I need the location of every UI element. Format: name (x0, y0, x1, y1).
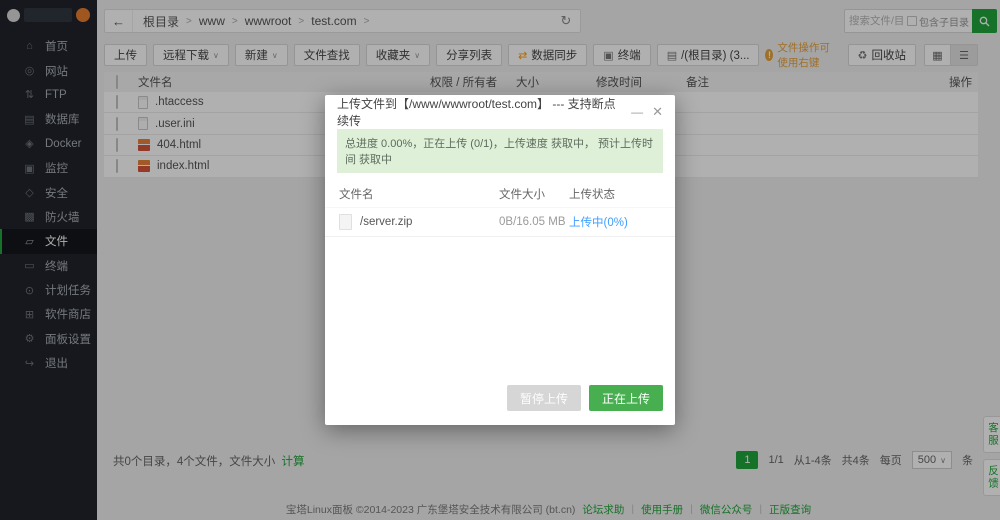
upload-progress-banner: 总进度 0.00%，正在上传 (0/1)，上传速度 获取中， 预计上传时间 获取… (337, 129, 663, 173)
upload-file-name: /server.zip (360, 216, 412, 228)
upload-file-status[interactable]: 上传中(0%) (569, 214, 661, 230)
pause-upload-button[interactable]: 暂停上传 (507, 385, 581, 411)
upload-col-size: 文件大小 (499, 186, 569, 202)
upload-col-status: 上传状态 (569, 186, 661, 202)
upload-dialog: 上传文件到【/www/wwwroot/test.com】 --- 支持断点续传 … (325, 95, 675, 425)
close-icon[interactable]: ✕ (652, 104, 663, 120)
minimize-icon[interactable]: — (631, 105, 643, 119)
uploading-button[interactable]: 正在上传 (589, 385, 663, 411)
upload-file-row: /server.zip 0B/16.05 MB 上传中(0%) (325, 207, 675, 237)
dialog-header: 上传文件到【/www/wwwroot/test.com】 --- 支持断点续传 … (325, 95, 675, 129)
dialog-body-space (325, 237, 675, 375)
file-icon (339, 214, 352, 230)
upload-file-size: 0B/16.05 MB (499, 216, 569, 228)
upload-col-filename: 文件名 (339, 186, 499, 202)
dialog-footer: 暂停上传 正在上传 (325, 375, 675, 425)
dialog-title: 上传文件到【/www/wwwroot/test.com】 --- 支持断点续传 (337, 95, 622, 129)
upload-table-header: 文件名 文件大小 上传状态 (325, 181, 675, 207)
